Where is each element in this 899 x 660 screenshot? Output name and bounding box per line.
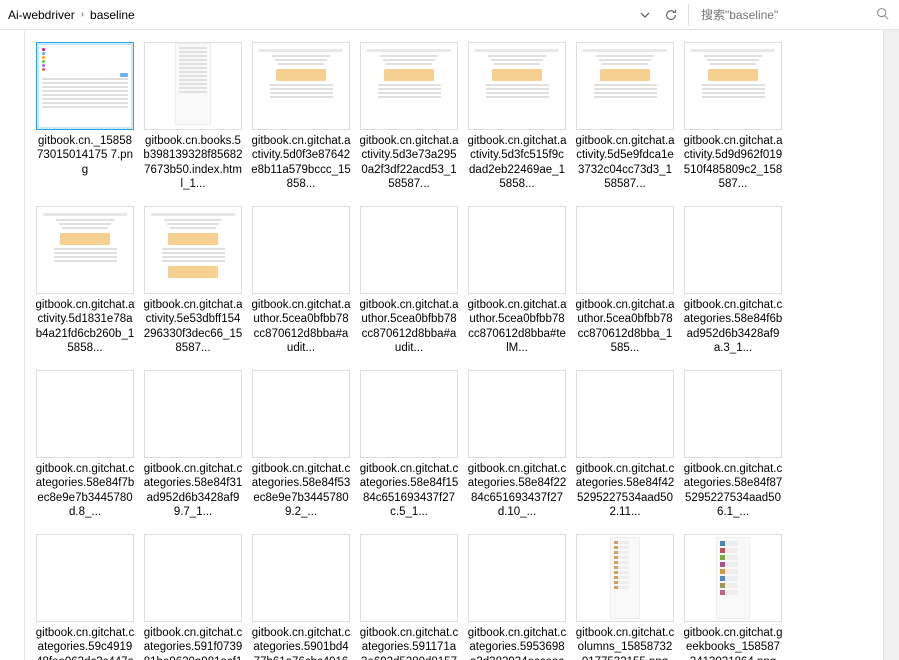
file-item[interactable]: gitbook.cn.gitchat.author.5cea0bfbb78cc8… [355, 202, 463, 362]
file-name-label[interactable]: gitbook.cn.gitchat.categories.58e84f31ad… [143, 462, 243, 520]
file-name-label[interactable]: gitbook.cn.gitchat.categories.591171a3e6… [359, 626, 459, 660]
file-name-label[interactable]: gitbook.cn.gitchat.activity.5d9d962f0195… [683, 134, 783, 192]
file-name-label[interactable]: gitbook.cn.gitchat.categories.5953698a3d… [467, 626, 567, 660]
file-item[interactable]: gitbook.cn.gitchat.activity.5d9d962f0195… [679, 38, 787, 198]
file-item[interactable]: gitbook.cn._1585873015014175 7.png [31, 38, 139, 198]
file-item[interactable]: gitbook.cn.gitchat.activity.5d1831e78ab4… [31, 202, 139, 362]
file-item[interactable]: gitbook.cn.gitchat.categories.58e84f53ec… [247, 366, 355, 526]
chevron-right-icon: › [81, 9, 84, 20]
file-item[interactable]: gitbook.cn.gitchat.activity.5d0f3e87642e… [247, 38, 355, 198]
file-thumbnail[interactable] [36, 534, 134, 622]
file-name-label[interactable]: gitbook.cn.gitchat.categories.58e84f2284… [467, 462, 567, 520]
file-thumbnail[interactable] [360, 370, 458, 458]
file-name-label[interactable]: gitbook.cn.gitchat.activity.5d3fc515f9cd… [467, 134, 567, 192]
file-name-label[interactable]: gitbook.cn._1585873015014175 7.png [35, 134, 135, 177]
file-name-label[interactable]: gitbook.cn.books.5b398139328f856827673b5… [143, 134, 243, 192]
file-name-label[interactable]: gitbook.cn.gitchat.activity.5d3e73a2950a… [359, 134, 459, 192]
file-thumbnail[interactable] [468, 370, 566, 458]
file-name-label[interactable]: gitbook.cn.gitchat.author.5cea0bfbb78cc8… [575, 298, 675, 356]
search-input[interactable] [701, 8, 872, 22]
file-item[interactable]: gitbook.cn.gitchat.categories.58e84f2284… [463, 366, 571, 526]
file-thumbnail[interactable] [36, 42, 134, 130]
search-box[interactable] [695, 3, 895, 27]
history-dropdown-button[interactable] [634, 4, 656, 26]
file-item[interactable]: gitbook.cn.gitchat.categories.591171a3e6… [355, 530, 463, 660]
file-item[interactable]: gitbook.cn.gitchat.categories.58e84f1584… [355, 366, 463, 526]
file-thumbnail[interactable] [252, 42, 350, 130]
file-thumbnail[interactable] [360, 206, 458, 294]
toolbar-divider [688, 4, 689, 26]
file-thumbnail[interactable] [576, 206, 674, 294]
file-name-label[interactable]: gitbook.cn.gitchat.categories.58e84f7bec… [35, 462, 135, 520]
file-name-label[interactable]: gitbook.cn.gitchat.categories.58e84f6bad… [683, 298, 783, 356]
file-item[interactable]: gitbook.cn.gitchat.categories.5953698a3d… [463, 530, 571, 660]
breadcrumb-segment[interactable]: Ai-webdriver [8, 8, 75, 22]
file-item[interactable]: gitbook.cn.gitchat.categories.58e84f7bec… [31, 366, 139, 526]
file-thumbnail[interactable] [144, 206, 242, 294]
file-thumbnail[interactable] [468, 206, 566, 294]
file-thumbnail[interactable] [468, 42, 566, 130]
file-thumbnail[interactable] [576, 534, 674, 622]
file-item[interactable]: gitbook.cn.gitchat.columns_1585873201775… [571, 530, 679, 660]
file-item[interactable]: gitbook.cn.gitchat.categories.58e84f8752… [679, 366, 787, 526]
file-name-label[interactable]: gitbook.cn.gitchat.activity.5d0f3e87642e… [251, 134, 351, 192]
file-thumbnail[interactable] [468, 534, 566, 622]
file-item[interactable]: gitbook.cn.gitchat.categories.58e84f6bad… [679, 202, 787, 362]
file-thumbnail[interactable] [144, 42, 242, 130]
file-item[interactable]: gitbook.cn.gitchat.categories.59c491948f… [31, 530, 139, 660]
file-name-label[interactable]: gitbook.cn.gitchat.categories.58e84f53ec… [251, 462, 351, 520]
file-name-label[interactable]: gitbook.cn.gitchat.categories.591f073981… [143, 626, 243, 660]
file-item[interactable]: gitbook.cn.gitchat.categories.591f073981… [139, 530, 247, 660]
file-name-label[interactable]: gitbook.cn.gitchat.categories.58e84f4252… [575, 462, 675, 520]
file-name-label[interactable]: gitbook.cn.gitchat.author.5cea0bfbb78cc8… [359, 298, 459, 356]
file-item[interactable]: gitbook.cn.books.5b398139328f856827673b5… [139, 38, 247, 198]
file-item[interactable]: gitbook.cn.gitchat.author.5cea0bfbb78cc8… [247, 202, 355, 362]
file-item[interactable]: gitbook.cn.gitchat.categories.5901bd477b… [247, 530, 355, 660]
address-toolbar: Ai-webdriver › baseline [0, 0, 899, 30]
file-thumbnail[interactable] [252, 206, 350, 294]
search-icon[interactable] [876, 7, 889, 23]
file-name-label[interactable]: gitbook.cn.gitchat.categories.59c491948f… [35, 626, 135, 660]
file-thumbnail[interactable] [684, 42, 782, 130]
file-thumbnail[interactable] [684, 206, 782, 294]
file-name-label[interactable]: gitbook.cn.gitchat.categories.58e84f8752… [683, 462, 783, 520]
file-thumbnail[interactable] [144, 370, 242, 458]
file-thumbnail[interactable] [252, 534, 350, 622]
file-thumbnail[interactable] [144, 534, 242, 622]
vertical-scrollbar[interactable] [883, 30, 899, 660]
file-name-label[interactable]: gitbook.cn.gitchat.categories.5901bd477b… [251, 626, 351, 660]
file-item[interactable]: gitbook.cn.gitchat.activity.5d3fc515f9cd… [463, 38, 571, 198]
file-name-label[interactable]: gitbook.cn.gitchat.activity.5e53dbff1542… [143, 298, 243, 356]
breadcrumb-segment[interactable]: baseline [90, 8, 135, 22]
file-thumbnail[interactable] [684, 370, 782, 458]
file-item[interactable]: gitbook.cn.gitchat.activity.5d3e73a2950a… [355, 38, 463, 198]
file-name-label[interactable]: gitbook.cn.gitchat.author.5cea0bfbb78cc8… [467, 298, 567, 356]
file-name-label[interactable]: gitbook.cn.gitchat.activity.5d5e9fdca1e3… [575, 134, 675, 192]
file-thumbnail[interactable] [576, 42, 674, 130]
file-name-label[interactable]: gitbook.cn.gitchat.geekbooks_15858734130… [683, 626, 783, 660]
navigation-pane[interactable] [0, 30, 25, 660]
file-item[interactable]: gitbook.cn.gitchat.activity.5d5e9fdca1e3… [571, 38, 679, 198]
file-thumbnail[interactable] [36, 370, 134, 458]
file-thumbnail[interactable] [684, 534, 782, 622]
breadcrumb[interactable]: Ai-webdriver › baseline [4, 8, 630, 22]
refresh-button[interactable] [660, 4, 682, 26]
file-list[interactable]: gitbook.cn._1585873015014175 7.pnggitboo… [25, 30, 883, 660]
file-thumbnail[interactable] [36, 206, 134, 294]
file-thumbnail[interactable] [576, 370, 674, 458]
file-name-label[interactable]: gitbook.cn.gitchat.activity.5d1831e78ab4… [35, 298, 135, 356]
file-item[interactable]: gitbook.cn.gitchat.activity.5e53dbff1542… [139, 202, 247, 362]
file-name-label[interactable]: gitbook.cn.gitchat.columns_1585873201775… [575, 626, 675, 660]
file-item[interactable]: gitbook.cn.gitchat.categories.58e84f31ad… [139, 366, 247, 526]
file-item[interactable]: gitbook.cn.gitchat.geekbooks_15858734130… [679, 530, 787, 660]
file-thumbnail[interactable] [360, 42, 458, 130]
file-item[interactable]: gitbook.cn.gitchat.author.5cea0bfbb78cc8… [571, 202, 679, 362]
file-item[interactable]: gitbook.cn.gitchat.categories.58e84f4252… [571, 366, 679, 526]
file-name-label[interactable]: gitbook.cn.gitchat.categories.58e84f1584… [359, 462, 459, 520]
file-thumbnail[interactable] [252, 370, 350, 458]
file-thumbnail[interactable] [360, 534, 458, 622]
file-item[interactable]: gitbook.cn.gitchat.author.5cea0bfbb78cc8… [463, 202, 571, 362]
file-name-label[interactable]: gitbook.cn.gitchat.author.5cea0bfbb78cc8… [251, 298, 351, 356]
